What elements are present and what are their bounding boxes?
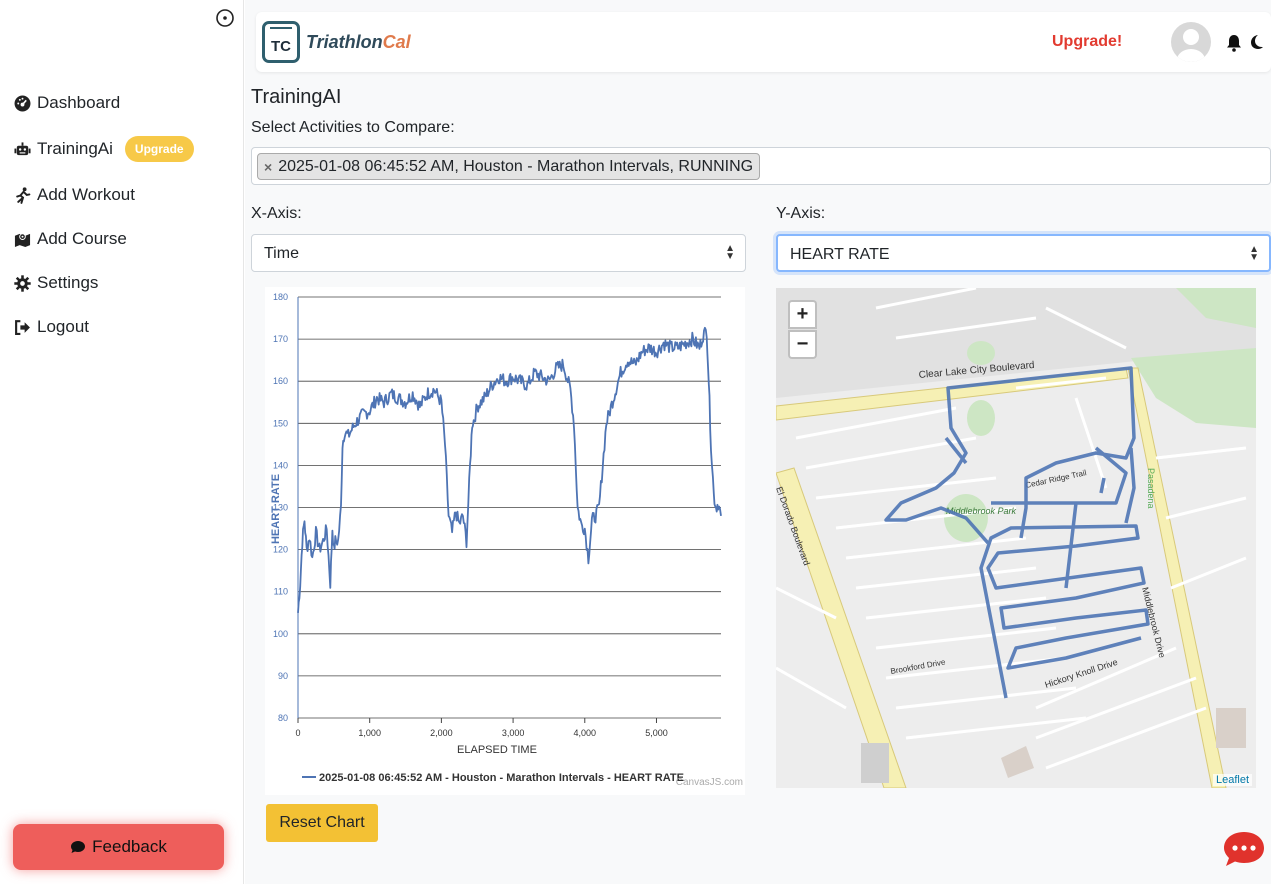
sidebar-item-label: Settings	[37, 273, 99, 292]
collapse-sidebar-icon[interactable]	[215, 8, 235, 28]
x-axis-select[interactable]: Time ▲ ▼	[251, 234, 746, 272]
sidebar: Dashboard TrainingAi Upgrade Add Workout…	[0, 0, 244, 884]
upgrade-link[interactable]: Upgrade!	[1052, 33, 1122, 51]
y-tick-label: 80	[278, 713, 288, 723]
x-tick-label: 1,000	[358, 728, 381, 738]
feedback-button[interactable]: Feedback	[13, 824, 224, 870]
sidebar-item-logout[interactable]: Logout	[14, 317, 89, 337]
activity-tag: × 2025-01-08 06:45:52 AM, Houston - Mara…	[257, 153, 761, 180]
route-map[interactable]: Clear Lake City Boulevard El Dorado Boul…	[776, 288, 1256, 788]
running-icon	[16, 186, 31, 204]
x-tick-label: 2,000	[430, 728, 453, 738]
zoom-in-button[interactable]: +	[788, 300, 817, 329]
sidebar-item-label: Logout	[37, 317, 89, 336]
select-activities-label: Select Activities to Compare:	[251, 119, 455, 136]
y-axis-select[interactable]: HEART RATE ▲ ▼	[776, 234, 1271, 272]
leaflet-attribution[interactable]: Leaflet	[1212, 774, 1252, 786]
bell-icon[interactable]	[1226, 34, 1242, 52]
robot-icon	[14, 141, 31, 155]
activity-multiselect[interactable]: × 2025-01-08 06:45:52 AM, Houston - Mara…	[251, 147, 1271, 185]
chat-bubble-icon[interactable]	[1223, 830, 1265, 868]
page-title: TrainingAI	[251, 86, 342, 108]
x-axis-select-value: Time	[264, 245, 299, 262]
y-tick-label: 160	[273, 376, 288, 386]
y-axis-select-value: HEART RATE	[790, 246, 890, 263]
upgrade-badge[interactable]: Upgrade	[124, 136, 194, 162]
x-tick-label: 0	[295, 728, 300, 738]
y-axis-title: HEART RATE	[270, 474, 282, 544]
chart-credit[interactable]: CanvasJS.com	[676, 777, 743, 788]
feedback-label: Feedback	[92, 837, 167, 856]
logo-mark: TC	[262, 21, 300, 63]
select-caret-icon: ▲ ▼	[1249, 244, 1259, 263]
legend-label[interactable]: 2025-01-08 06:45:52 AM - Houston - Marat…	[319, 772, 684, 784]
sidebar-item-label: Add Course	[37, 229, 127, 248]
y-tick-label: 150	[273, 418, 288, 428]
heart-rate-chart[interactable]: 8090100110120130140150160170180 0 1,000 2,…	[265, 287, 745, 795]
dashboard-icon	[14, 95, 31, 111]
y-tick-label: 90	[278, 671, 288, 681]
sidebar-item-trainingai[interactable]: TrainingAi Upgrade	[14, 136, 194, 162]
zoom-out-button[interactable]: −	[788, 330, 817, 359]
sidebar-item-dashboard[interactable]: Dashboard	[14, 93, 120, 113]
sidebar-item-label: TrainingAi	[37, 139, 113, 158]
logout-icon	[15, 319, 30, 335]
sidebar-item-label: Dashboard	[37, 93, 121, 112]
comment-icon	[71, 841, 86, 853]
sidebar-item-label: Add Workout	[37, 185, 135, 204]
sidebar-item-add-workout[interactable]: Add Workout	[14, 185, 135, 205]
sidebar-item-add-course[interactable]: Add Course	[14, 229, 127, 249]
x-tick-label: 3,000	[502, 728, 525, 738]
gear-icon	[14, 274, 31, 292]
top-navbar: TC TriathlonCal Upgrade!	[256, 12, 1271, 72]
y-axis-label: Y-Axis:	[776, 205, 826, 222]
reset-chart-button[interactable]: Reset Chart	[266, 804, 378, 842]
avatar[interactable]	[1171, 22, 1211, 62]
y-tick-label: 110	[274, 587, 288, 597]
main-content: TC TriathlonCal Upgrade! TrainingAI Sele…	[245, 0, 1271, 884]
activity-tag-label: 2025-01-08 06:45:52 AM, Houston - Marath…	[278, 157, 754, 175]
map-tiles: Clear Lake City Boulevard El Dorado Boul…	[776, 288, 1256, 788]
remove-tag-icon[interactable]: ×	[264, 159, 272, 175]
x-axis-title: ELAPSED TIME	[457, 744, 537, 756]
select-caret-icon: ▲ ▼	[725, 243, 735, 262]
y-tick-label: 100	[273, 629, 288, 639]
y-tick-label: 120	[273, 545, 288, 555]
app-logo[interactable]: TC TriathlonCal	[262, 21, 411, 63]
y-tick-label: 170	[273, 334, 288, 344]
map-street-label: Pasadena	[1146, 468, 1156, 509]
y-tick-label: 140	[273, 460, 288, 470]
logo-text: TriathlonCal	[306, 31, 411, 52]
x-tick-label: 4,000	[574, 728, 597, 738]
map-icon	[14, 232, 31, 247]
series-line	[297, 326, 722, 613]
moon-icon[interactable]	[1248, 34, 1264, 50]
x-axis-label: X-Axis:	[251, 205, 302, 222]
y-tick-label: 180	[273, 292, 288, 302]
x-tick-label: 5,000	[645, 728, 668, 738]
sidebar-item-settings[interactable]: Settings	[14, 273, 98, 293]
